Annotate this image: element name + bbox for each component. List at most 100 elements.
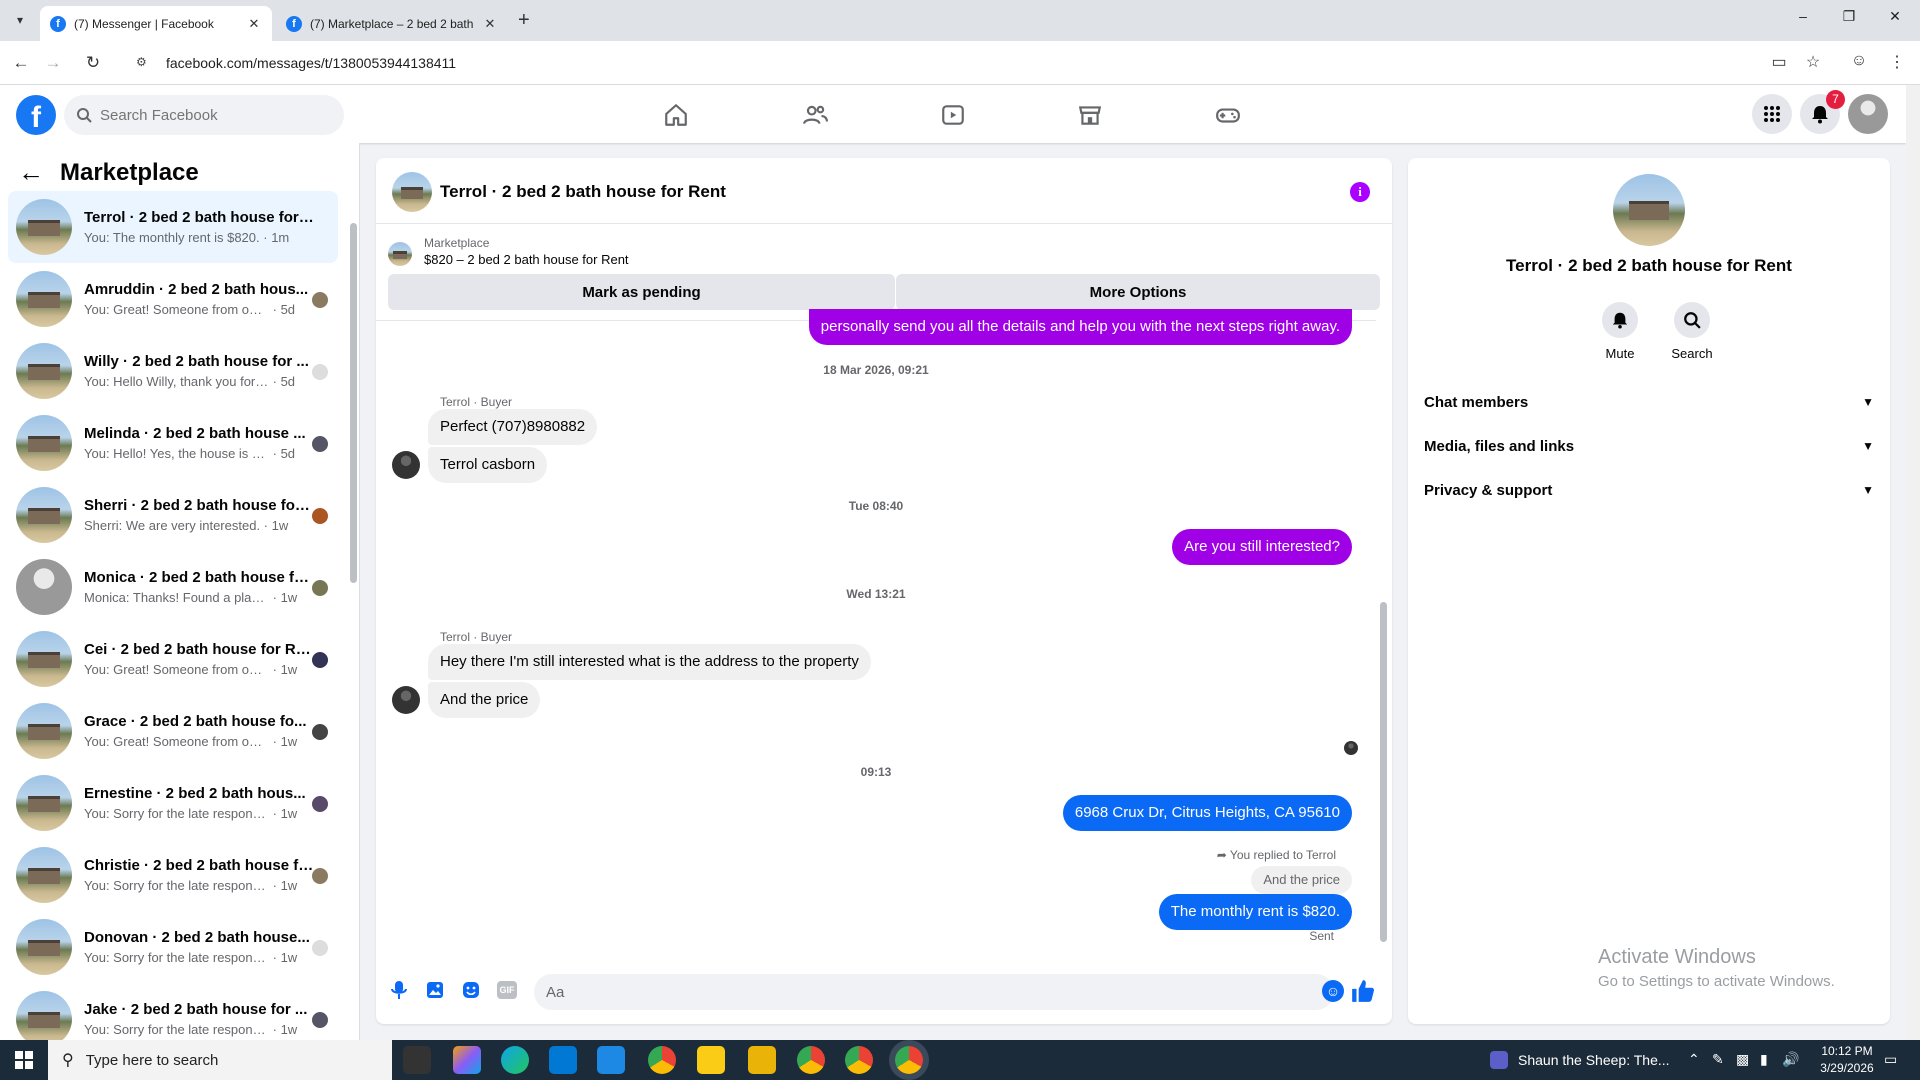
forward-icon[interactable]: → xyxy=(42,52,64,74)
conversation-title[interactable]: Terrol · 2 bed 2 bath house for Rent xyxy=(440,182,726,202)
close-tab-icon[interactable]: ✕ xyxy=(482,16,498,32)
contact-avatar[interactable] xyxy=(1613,174,1685,246)
info-icon[interactable]: i xyxy=(1350,182,1370,202)
conversation-avatar[interactable] xyxy=(392,172,432,212)
restore-icon[interactable]: ❐ xyxy=(1826,8,1872,25)
windows-start-icon[interactable] xyxy=(0,1040,48,1080)
bookmark-star-icon[interactable]: ☆ xyxy=(1802,52,1824,72)
edge-icon[interactable] xyxy=(501,1046,529,1074)
search-conversation-button[interactable]: Search xyxy=(1662,302,1722,361)
chrome-profile-icon[interactable] xyxy=(797,1046,825,1074)
media-files-section[interactable]: Media, files and links ▼ xyxy=(1424,424,1874,468)
thread-scrollbar[interactable] xyxy=(1377,322,1389,962)
close-window-icon[interactable]: ✕ xyxy=(1872,8,1918,25)
media-widget[interactable]: Shaun the Sheep: The... xyxy=(1490,1051,1670,1069)
chat-snippet-text: Sherri: We are very interested. xyxy=(84,518,261,533)
sticker-icon[interactable] xyxy=(460,979,482,1001)
search-input[interactable] xyxy=(100,106,300,124)
chat-name: Donovan · 2 bed 2 bath house... xyxy=(84,929,310,946)
chat-list-item[interactable]: Christie · 2 bed 2 bath house for... You:… xyxy=(8,839,338,911)
facebook-logo[interactable]: f xyxy=(16,95,56,135)
chat-time: 1w xyxy=(280,806,298,821)
chat-list-item[interactable]: Melinda · 2 bed 2 bath house ... You: Hel… xyxy=(8,407,338,479)
listing-bar[interactable]: Marketplace $820 – 2 bed 2 bath house fo… xyxy=(386,232,1382,272)
network-icon[interactable]: ▩ xyxy=(1736,1051,1749,1068)
chat-list-item[interactable]: Sherri · 2 bed 2 bath house for R... Sher… xyxy=(8,479,338,551)
separator: · xyxy=(269,878,281,893)
chat-list-item[interactable]: Cei · 2 bed 2 bath house for Rent You: Gr… xyxy=(8,623,338,695)
page-scrollbar[interactable] xyxy=(1906,85,1920,1040)
account-avatar[interactable] xyxy=(1848,94,1888,134)
emoji-icon[interactable]: ☺ xyxy=(1322,980,1344,1002)
outgoing-message: The monthly rent is $820. xyxy=(1158,894,1352,930)
chat-list-scrollbar[interactable] xyxy=(349,209,357,1039)
new-tab-icon[interactable]: + xyxy=(518,9,530,32)
volume-icon[interactable]: 🔊 xyxy=(1782,1051,1799,1068)
facebook-search[interactable] xyxy=(64,95,344,135)
reload-icon[interactable]: ↻ xyxy=(82,52,104,74)
clock[interactable]: 10:12 PM 3/29/2026 xyxy=(1812,1043,1882,1077)
battery-icon[interactable]: ▮ xyxy=(1760,1051,1768,1068)
copilot-icon[interactable] xyxy=(453,1046,481,1074)
chrome-icon[interactable] xyxy=(648,1046,676,1074)
mute-button[interactable]: Mute xyxy=(1590,302,1650,361)
tab-marketplace[interactable]: f (7) Marketplace – 2 bed 2 bath ✕ xyxy=(276,6,508,41)
like-thumb-icon[interactable] xyxy=(1350,978,1376,1004)
chat-time: 5d xyxy=(280,446,296,461)
notification-center-icon[interactable]: ▭ xyxy=(1884,1051,1897,1068)
menu-grid-icon[interactable] xyxy=(1752,94,1792,134)
chat-list-item[interactable]: Grace · 2 bed 2 bath house fo... You: Gre… xyxy=(8,695,338,767)
tab-search-icon[interactable]: ▾ xyxy=(8,8,32,32)
separator: · xyxy=(259,230,272,245)
chat-list-item[interactable]: Willy · 2 bed 2 bath house for ... You: H… xyxy=(8,335,338,407)
back-arrow-icon[interactable]: ← xyxy=(18,157,44,188)
microphone-icon[interactable] xyxy=(388,979,410,1001)
more-options-button[interactable]: More Options xyxy=(896,274,1380,310)
sender-avatar[interactable] xyxy=(392,686,420,714)
outgoing-message: 6968 Crux Dr, Citrus Heights, CA 95610 xyxy=(1062,795,1352,831)
friends-icon[interactable] xyxy=(795,95,835,135)
gaming-icon[interactable] xyxy=(1208,95,1248,135)
install-app-icon[interactable]: ▭ xyxy=(1768,52,1790,72)
url-field[interactable]: ⚙ facebook.com/messages/t/13800539441384… xyxy=(124,47,1824,79)
marketplace-icon[interactable] xyxy=(1070,95,1110,135)
chat-snippet-text: You: Sorry for the late response ... xyxy=(84,950,269,965)
sender-avatar[interactable] xyxy=(392,451,420,479)
site-info-icon[interactable]: ⚙ xyxy=(136,55,152,71)
chat-list-item[interactable]: Monica · 2 bed 2 bath house for... Monica… xyxy=(8,551,338,623)
video-icon[interactable] xyxy=(933,95,973,135)
chat-name: Sherri · 2 bed 2 bath house for R... xyxy=(84,497,314,514)
chat-members-section[interactable]: Chat members ▼ xyxy=(1424,380,1874,424)
pen-icon[interactable]: ✎ xyxy=(1712,1051,1724,1068)
home-icon[interactable] xyxy=(656,95,696,135)
profile-icon[interactable]: ☺ xyxy=(1848,52,1870,70)
mute-label: Mute xyxy=(1605,346,1635,361)
back-icon[interactable]: ← xyxy=(10,52,32,74)
chat-snippet-text: You: Hello! Yes, the house is still ... xyxy=(84,446,269,461)
privacy-support-section[interactable]: Privacy & support ▼ xyxy=(1424,468,1874,512)
gif-icon[interactable]: GIF xyxy=(496,979,518,1001)
chat-list-item[interactable]: Donovan · 2 bed 2 bath house... You: Sorr… xyxy=(8,911,338,983)
chrome-profile-icon[interactable] xyxy=(845,1046,873,1074)
chrome-active-icon[interactable] xyxy=(895,1046,923,1074)
chat-text: Sherri · 2 bed 2 bath house for R... Sher… xyxy=(84,497,314,533)
task-view-icon[interactable] xyxy=(403,1046,431,1074)
close-tab-icon[interactable]: ✕ xyxy=(246,16,262,32)
tab-messenger[interactable]: f (7) Messenger | Facebook ✕ xyxy=(40,6,272,41)
taskbar-search[interactable]: ⚲ Type here to search xyxy=(48,1040,392,1080)
chat-list-item[interactable]: Ernestine · 2 bed 2 bath hous... You: Sor… xyxy=(8,767,338,839)
photo-icon[interactable] xyxy=(424,979,446,1001)
chevron-up-icon[interactable]: ⌃ xyxy=(1688,1051,1700,1068)
chat-list-item[interactable]: Terrol · 2 bed 2 bath house for R... You:… xyxy=(8,191,338,263)
chat-list-item[interactable]: Amruddin · 2 bed 2 bath hous... You: Grea… xyxy=(8,263,338,335)
message-input[interactable]: Aa xyxy=(534,974,1334,1010)
mark-pending-button[interactable]: Mark as pending xyxy=(388,274,895,310)
minimize-icon[interactable]: – xyxy=(1780,8,1826,24)
store-icon[interactable] xyxy=(549,1046,577,1074)
outlook-icon[interactable] xyxy=(597,1046,625,1074)
file-explorer-icon[interactable] xyxy=(748,1046,776,1074)
chat-snippet: You: Sorry for the late response ... · 1… xyxy=(84,806,314,821)
browser-menu-icon[interactable]: ⋮ xyxy=(1886,52,1908,72)
timestamp: Wed 13:21 xyxy=(846,587,906,601)
power-automate-icon[interactable] xyxy=(697,1046,725,1074)
